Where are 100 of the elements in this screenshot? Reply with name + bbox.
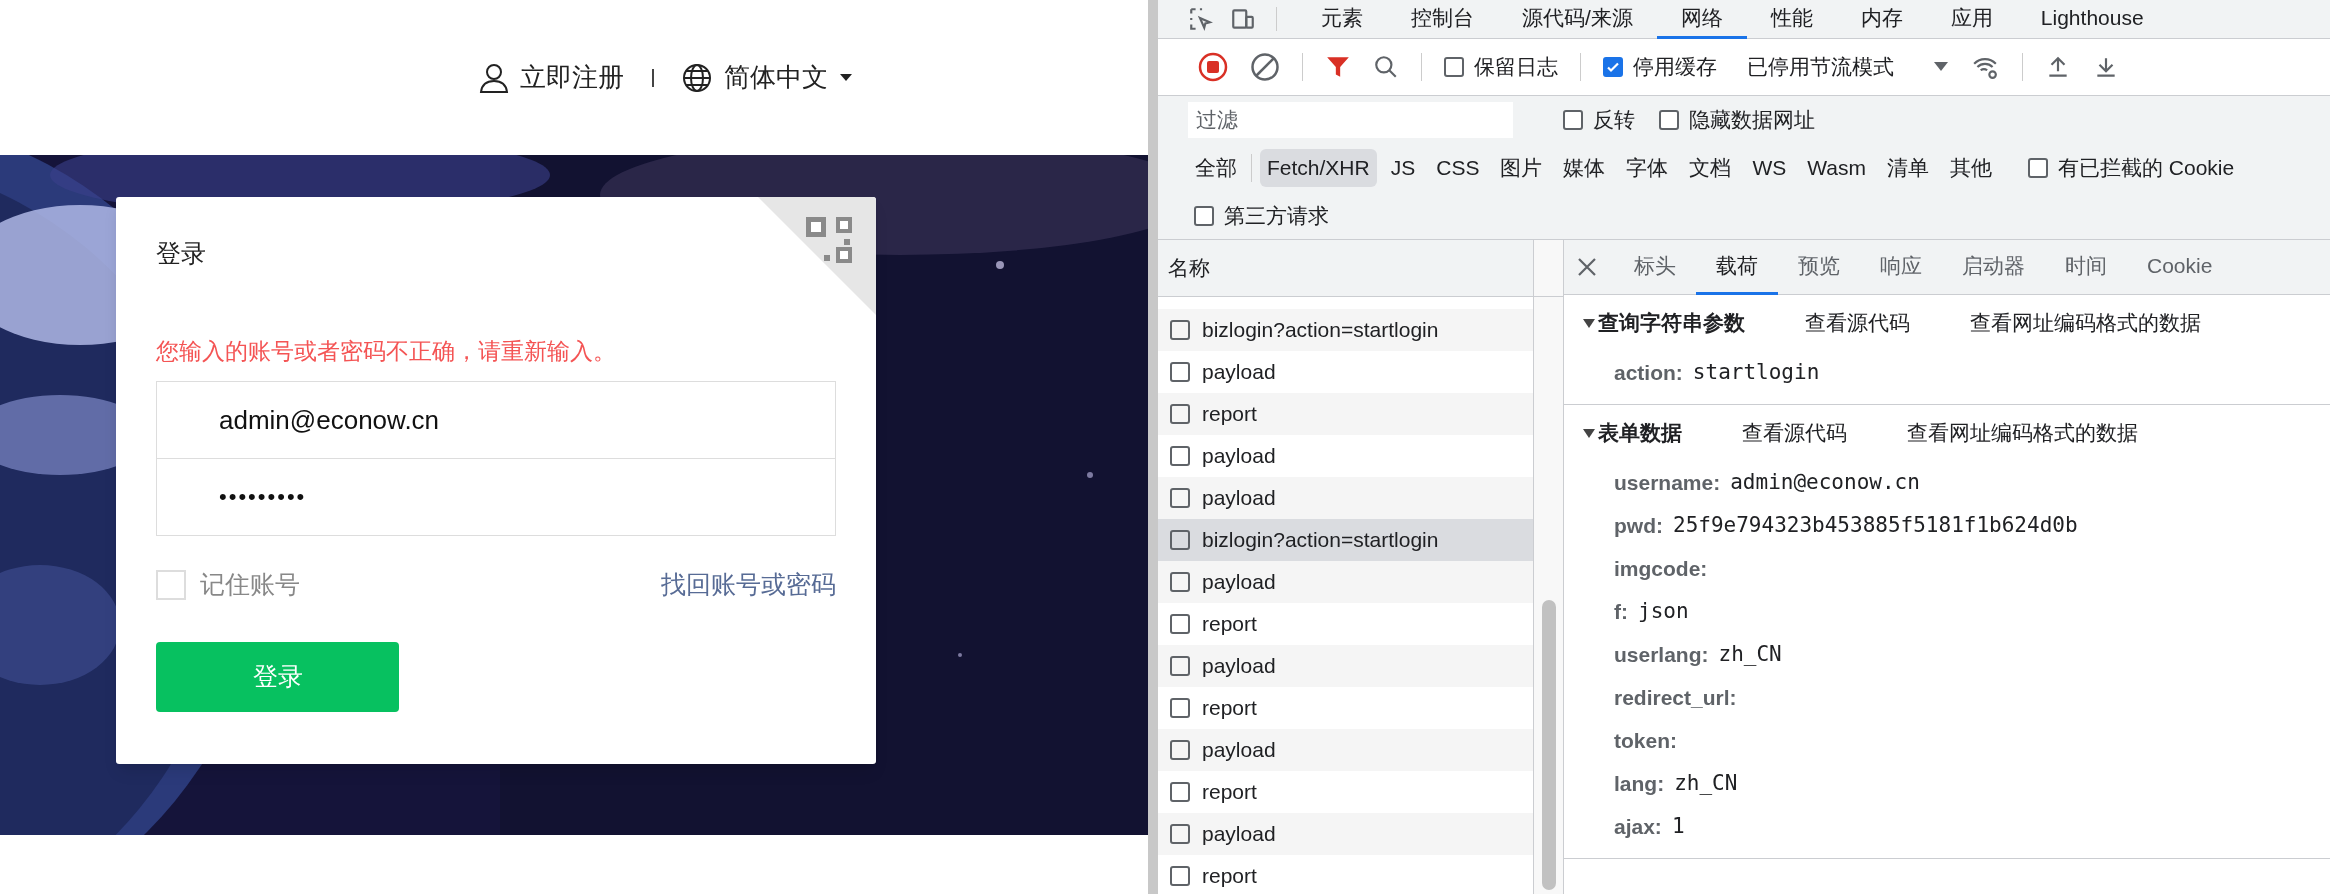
checkbox[interactable] <box>1170 614 1190 634</box>
request-row[interactable]: payload <box>1158 813 1533 855</box>
param-value: zh_CN <box>1674 769 1738 797</box>
column-header[interactable]: 名称 <box>1158 240 1533 297</box>
detail-tab[interactable]: 启动器 <box>1942 240 2045 295</box>
devtools-tab[interactable]: 源代码/来源 <box>1498 0 1657 39</box>
checkbox[interactable] <box>1170 572 1190 592</box>
param-key: username: <box>1614 466 1721 499</box>
detail-tab[interactable]: 预览 <box>1778 240 1860 295</box>
param-key: token: <box>1614 724 1677 757</box>
type-filter-chip[interactable]: 全部 <box>1188 149 1244 187</box>
username-field[interactable]: admin@econow.cn <box>156 381 836 459</box>
forgot-link[interactable]: 找回账号或密码 <box>661 566 836 604</box>
type-filter-chip[interactable]: 清单 <box>1879 149 1936 187</box>
checkmark-icon <box>1606 60 1620 74</box>
checkbox[interactable] <box>1444 57 1464 77</box>
type-filter-chip[interactable]: WS <box>1745 149 1794 187</box>
section-toggle[interactable]: 查询字符串参数 <box>1582 307 1745 339</box>
param-key: lang: <box>1614 767 1665 800</box>
type-filter-chip[interactable]: Wasm <box>1800 149 1873 187</box>
request-row[interactable]: payload <box>1158 729 1533 771</box>
param-value: 25f9e794323b453885f5181f1b624d0b <box>1673 511 2078 539</box>
checkbox[interactable] <box>1170 698 1190 718</box>
devtools-tab[interactable]: 性能 <box>1746 0 1837 39</box>
devtools-tab[interactable]: 元素 <box>1297 0 1387 39</box>
param-value: json <box>1638 597 1689 625</box>
checkbox[interactable] <box>1170 320 1190 340</box>
detail-tab[interactable]: 时间 <box>2045 240 2127 295</box>
request-row[interactable]: payload <box>1158 561 1533 603</box>
view-link[interactable]: 查看源代码 <box>1742 417 1847 449</box>
request-row[interactable]: payload <box>1158 477 1533 519</box>
checkbox[interactable] <box>1170 824 1190 844</box>
type-filter-chip[interactable]: 媒体 <box>1556 149 1613 187</box>
qr-code-icon[interactable] <box>758 197 876 315</box>
type-filter-chip[interactable]: CSS <box>1429 149 1487 187</box>
record-stop-icon[interactable] <box>1198 52 1228 82</box>
request-row[interactable]: payload <box>1158 645 1533 687</box>
param-value: 1 <box>1671 812 1685 840</box>
checkbox[interactable] <box>1170 362 1190 382</box>
error-message: 您输入的账号或者密码不正确，请重新输入。 <box>156 337 616 366</box>
checkbox[interactable] <box>1603 57 1623 77</box>
view-link[interactable]: 查看网址编码格式的数据 <box>1970 307 2201 339</box>
detail-tab[interactable]: 载荷 <box>1696 240 1778 295</box>
param-value: admin@econow.cn <box>1730 468 1920 496</box>
section-toggle[interactable]: 表单数据 <box>1582 417 1682 449</box>
view-link[interactable]: 查看网址编码格式的数据 <box>1907 417 2138 449</box>
checkbox[interactable] <box>1563 110 1583 130</box>
password-field[interactable]: ••••••••• <box>156 459 836 536</box>
checkbox[interactable] <box>1659 110 1679 130</box>
filter-field[interactable]: 过滤 <box>1188 102 1513 138</box>
devtools-tab[interactable]: 应用 <box>1926 0 2017 39</box>
request-row[interactable]: bizlogin?action=startlogin <box>1158 519 1533 561</box>
language-selector[interactable]: 简体中文 <box>682 58 852 97</box>
type-filter-chip[interactable]: 字体 <box>1619 149 1676 187</box>
checkbox[interactable] <box>1170 656 1190 676</box>
detail-tab[interactable]: 响应 <box>1860 240 1942 295</box>
devtools-tab[interactable]: 网络 <box>1656 0 1747 39</box>
checkbox[interactable] <box>1170 404 1190 424</box>
checkbox[interactable] <box>1170 740 1190 760</box>
search-icon[interactable] <box>1373 54 1399 80</box>
caret-down-icon <box>840 73 852 82</box>
scrollbar-thumb[interactable] <box>1541 600 1556 890</box>
param-key: userlang: <box>1614 638 1709 671</box>
devtools-tab[interactable]: 内存 <box>1836 0 1927 39</box>
devtools-tab[interactable]: 控制台 <box>1387 0 1498 39</box>
type-filter-chip[interactable]: 其他 <box>1942 149 1999 187</box>
checkbox-label: 记住账号 <box>200 569 300 600</box>
close-icon[interactable] <box>1576 256 1598 278</box>
type-filter-chip[interactable]: Fetch/XHR <box>1260 149 1377 187</box>
checkbox[interactable] <box>1170 488 1190 508</box>
globe-icon <box>682 62 712 93</box>
triangle-down-icon <box>1582 426 1596 440</box>
checkbox-label: 停用缓存 <box>1633 54 1717 81</box>
view-link[interactable]: 查看源代码 <box>1805 307 1910 339</box>
type-filter-chip[interactable]: 文档 <box>1682 149 1739 187</box>
type-filter-chip[interactable]: JS <box>1383 149 1423 187</box>
param-key: action: <box>1614 356 1683 389</box>
checkbox[interactable] <box>1170 866 1190 886</box>
checkbox-label: 保留日志 <box>1474 54 1558 81</box>
caret-down-icon <box>1934 62 1948 72</box>
checkbox[interactable] <box>2027 158 2048 178</box>
detail-tab[interactable]: 标头 <box>1614 240 1696 295</box>
checkbox[interactable] <box>1170 782 1190 802</box>
param-key: imgcode: <box>1614 552 1708 585</box>
checkbox[interactable] <box>1194 205 1214 226</box>
detail-tab[interactable]: Cookie <box>2127 240 2233 295</box>
checkbox[interactable] <box>1170 446 1190 466</box>
checkbox-label: 反转 <box>1593 107 1635 134</box>
device-icon[interactable] <box>1230 6 1256 32</box>
param-value: startlogin <box>1692 358 1820 386</box>
inspect-icon[interactable] <box>1188 6 1214 32</box>
request-row[interactable]: bizlogin?action=startlogin <box>1158 309 1533 351</box>
checkbox[interactable] <box>1170 530 1190 550</box>
devtools-tab[interactable]: Lighthouse <box>2016 0 2168 39</box>
param-value: zh_CN <box>1718 640 1782 668</box>
clear-icon[interactable] <box>1250 52 1280 82</box>
request-row[interactable]: report <box>1158 393 1533 435</box>
throttling-dropdown[interactable]: 已停用节流模式 <box>1747 51 1948 83</box>
type-filter-chip[interactable]: 图片 <box>1493 149 1550 187</box>
register-link[interactable]: 立即注册 <box>478 58 624 97</box>
